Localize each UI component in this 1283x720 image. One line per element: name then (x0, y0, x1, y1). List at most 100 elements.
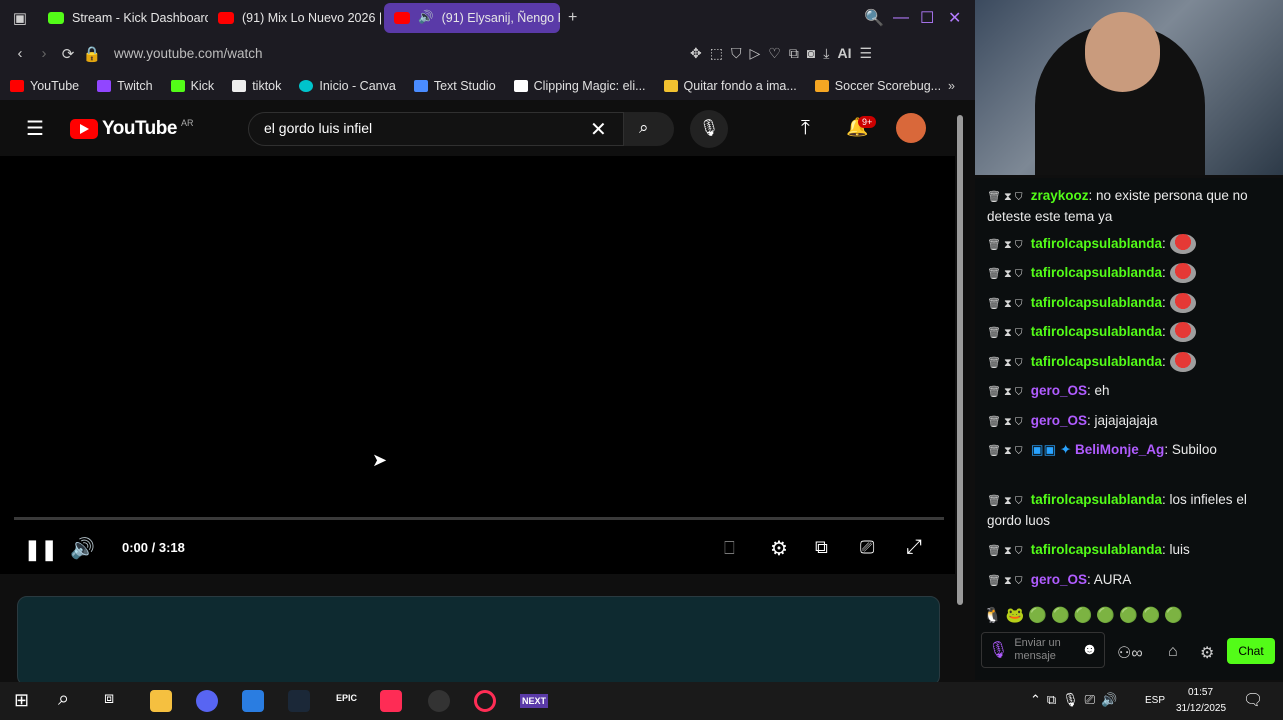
shield-icon[interactable]: ⛉ (731, 45, 742, 62)
tab-youtube-mix[interactable]: (91) Mix Lo Nuevo 2026 | (208, 3, 384, 33)
youtube-icon (10, 80, 24, 92)
language-indicator[interactable]: ESP (1145, 695, 1165, 706)
fullscreen-icon[interactable]: ⤢ (906, 536, 922, 559)
emoji-icon[interactable]: ☻ (1081, 641, 1098, 659)
bookmark-canva[interactable]: Inicio - Canva (299, 79, 396, 93)
bookmark-soccer-scorebug[interactable]: Soccer Scorebug... (814, 79, 941, 93)
workspaces-icon[interactable]: ▣ (8, 9, 32, 27)
scrollbar-thumb[interactable] (957, 115, 963, 605)
youtube-play-logo-icon (70, 119, 98, 139)
store-icon[interactable]: ⌂ (1168, 643, 1178, 661)
mod-tools-icon[interactable]: 🗑 ⧗ ⛉ (987, 575, 1023, 587)
search-input[interactable]: el gordo luis infiel (264, 120, 372, 136)
snapshot-icon[interactable]: ⬚ (710, 45, 723, 62)
maximize-button[interactable]: ☐ (920, 8, 934, 28)
lock-icon: 🔒 (82, 45, 102, 63)
cast-icon[interactable]: ⎚ (860, 537, 874, 558)
video-player[interactable] (0, 156, 955, 574)
mod-tools-icon[interactable]: 🗑 ⧗ ⛉ (987, 268, 1023, 280)
search-button[interactable]: ⌕ (624, 112, 674, 146)
upload-icon[interactable]: ⤒ (801, 117, 810, 140)
next-app-icon[interactable]: NEXT (520, 694, 549, 708)
search-tabs-icon[interactable]: 🔍 (864, 8, 884, 28)
mod-tools-icon[interactable]: 🗑 ⧗ ⛉ (987, 239, 1023, 251)
mod-tools-icon[interactable]: 🗑 ⧗ ⛉ (987, 386, 1023, 398)
miniplayer-icon[interactable]: ⧉ (815, 537, 828, 558)
tray-icons[interactable]: ⌃⧉🎙⎚🔊 (1030, 692, 1123, 708)
obs-icon[interactable] (428, 690, 450, 712)
pin-icon[interactable]: ✥ (690, 45, 702, 62)
bookmark-quitar-fondo[interactable]: Quitar fondo a ima... (663, 79, 797, 93)
emote-icon (1169, 293, 1196, 314)
notification-center-icon[interactable]: 🗨 (1243, 690, 1263, 710)
gifts-icon[interactable]: ⚇∞ (1117, 643, 1143, 663)
bookmark-clipping-magic[interactable]: Clipping Magic: eli... (513, 79, 646, 93)
mod-tools-icon[interactable]: 🗑 ⧗ ⛉ (987, 327, 1023, 339)
clock-time[interactable]: 01:57 (1188, 687, 1213, 698)
send-chat-button[interactable]: Chat (1227, 638, 1275, 664)
progress-bar[interactable] (14, 517, 944, 520)
microphone-icon[interactable]: 🎙 (988, 640, 1008, 660)
download-icon[interactable]: ⤓ (823, 45, 829, 62)
mod-tools-icon[interactable]: 🗑 ⧗ ⛉ (987, 495, 1023, 507)
mod-tools-icon[interactable]: 🗑 ⧗ ⛉ (987, 445, 1023, 457)
back-icon[interactable]: ‹ (8, 45, 32, 62)
new-tab-button[interactable]: + (568, 9, 577, 27)
bookmark-kick[interactable]: Kick (170, 79, 214, 93)
clear-search-icon[interactable]: ✕ (590, 117, 607, 142)
hamburger-icon[interactable]: ☰ (26, 116, 44, 141)
time-display: 0:00 / 3:18 (122, 540, 185, 555)
opera-gx-icon[interactable] (474, 690, 496, 712)
bookmark-text-studio[interactable]: Text Studio (413, 79, 496, 93)
chat-settings-icon[interactable]: ⚙ (1200, 643, 1214, 663)
tiktok-app-icon[interactable] (380, 690, 402, 712)
forward-icon[interactable]: › (32, 45, 56, 62)
chat-input[interactable]: 🎙 Enviar un mensaje ☻ (981, 632, 1105, 668)
task-view-icon[interactable]: ⧈ (104, 690, 114, 708)
tab-youtube-elysanij[interactable]: 🔊 (91) Elysanij, Ñengo Flo (384, 2, 560, 33)
discord-icon[interactable] (196, 690, 218, 712)
more-bookmarks-icon[interactable]: » (948, 79, 955, 93)
heart-icon[interactable]: ♡ (768, 45, 781, 62)
volume-icon[interactable]: 🔊 (70, 536, 95, 561)
bookmark-youtube[interactable]: YouTube (10, 79, 79, 93)
avatar[interactable] (896, 113, 926, 143)
chat-message: 🗑 ⧗ ⛉ tafirolcapsulablanda: (987, 322, 1267, 343)
reload-icon[interactable]: ⟳ (56, 45, 80, 63)
chat-message: 🗑 ⧗ ⛉ tafirolcapsulablanda: (987, 293, 1267, 314)
pause-button[interactable]: ❚❚ (24, 537, 58, 562)
settings-icon[interactable]: ⚙ (770, 536, 788, 561)
play-icon[interactable]: ▷ (749, 45, 760, 62)
youtube-logo[interactable]: YouTube AR (70, 118, 193, 140)
mod-tools-icon[interactable]: 🗑 ⧗ ⛉ (987, 545, 1023, 557)
bookmark-tiktok[interactable]: tiktok (232, 79, 281, 93)
windows-start-icon[interactable]: ⊞ (14, 690, 29, 711)
notification-badge: 9+ (858, 116, 877, 128)
mod-tools-icon[interactable]: 🗑 ⧗ ⛉ (987, 298, 1023, 310)
tab-kick-dashboard[interactable]: Stream - Kick Dashboard (38, 3, 208, 33)
page-scrollbar[interactable] (957, 110, 965, 670)
clock-date[interactable]: 31/12/2025 (1176, 703, 1226, 714)
mod-tools-icon[interactable]: 🗑 ⧗ ⛉ (987, 416, 1023, 428)
profile-icon[interactable]: ◙ (807, 45, 815, 62)
close-window-button[interactable]: ✕ (948, 8, 961, 28)
menu-icon[interactable]: ☰ (859, 45, 872, 62)
epic-games-icon[interactable]: EPIC (336, 693, 357, 703)
subtitles-icon[interactable]: ⎕ (724, 538, 735, 559)
url-field[interactable]: www.youtube.com/watch (114, 46, 263, 61)
file-explorer-icon[interactable] (150, 690, 172, 712)
steam-icon[interactable] (288, 690, 310, 712)
ai-button[interactable]: AI (837, 45, 851, 62)
voice-search-button[interactable]: 🎙 (690, 110, 728, 148)
minimize-button[interactable]: — (893, 9, 909, 27)
tiktok-icon (232, 80, 247, 92)
store-app-icon[interactable] (242, 690, 264, 712)
kick-icon (170, 80, 185, 92)
extensions-icon[interactable]: ⧉ (789, 45, 799, 62)
twitch-icon (97, 80, 112, 92)
emote-picker-row[interactable]: 🐧🐸🟢🟢🟢🟢🟢🟢🟢 (983, 606, 1187, 624)
search-icon[interactable]: ⌕ (58, 688, 69, 711)
bookmark-twitch[interactable]: Twitch (97, 79, 153, 93)
mod-tools-icon[interactable]: 🗑 ⧗ ⛉ (987, 191, 1023, 203)
mod-tools-icon[interactable]: 🗑 ⧗ ⛉ (987, 357, 1023, 369)
